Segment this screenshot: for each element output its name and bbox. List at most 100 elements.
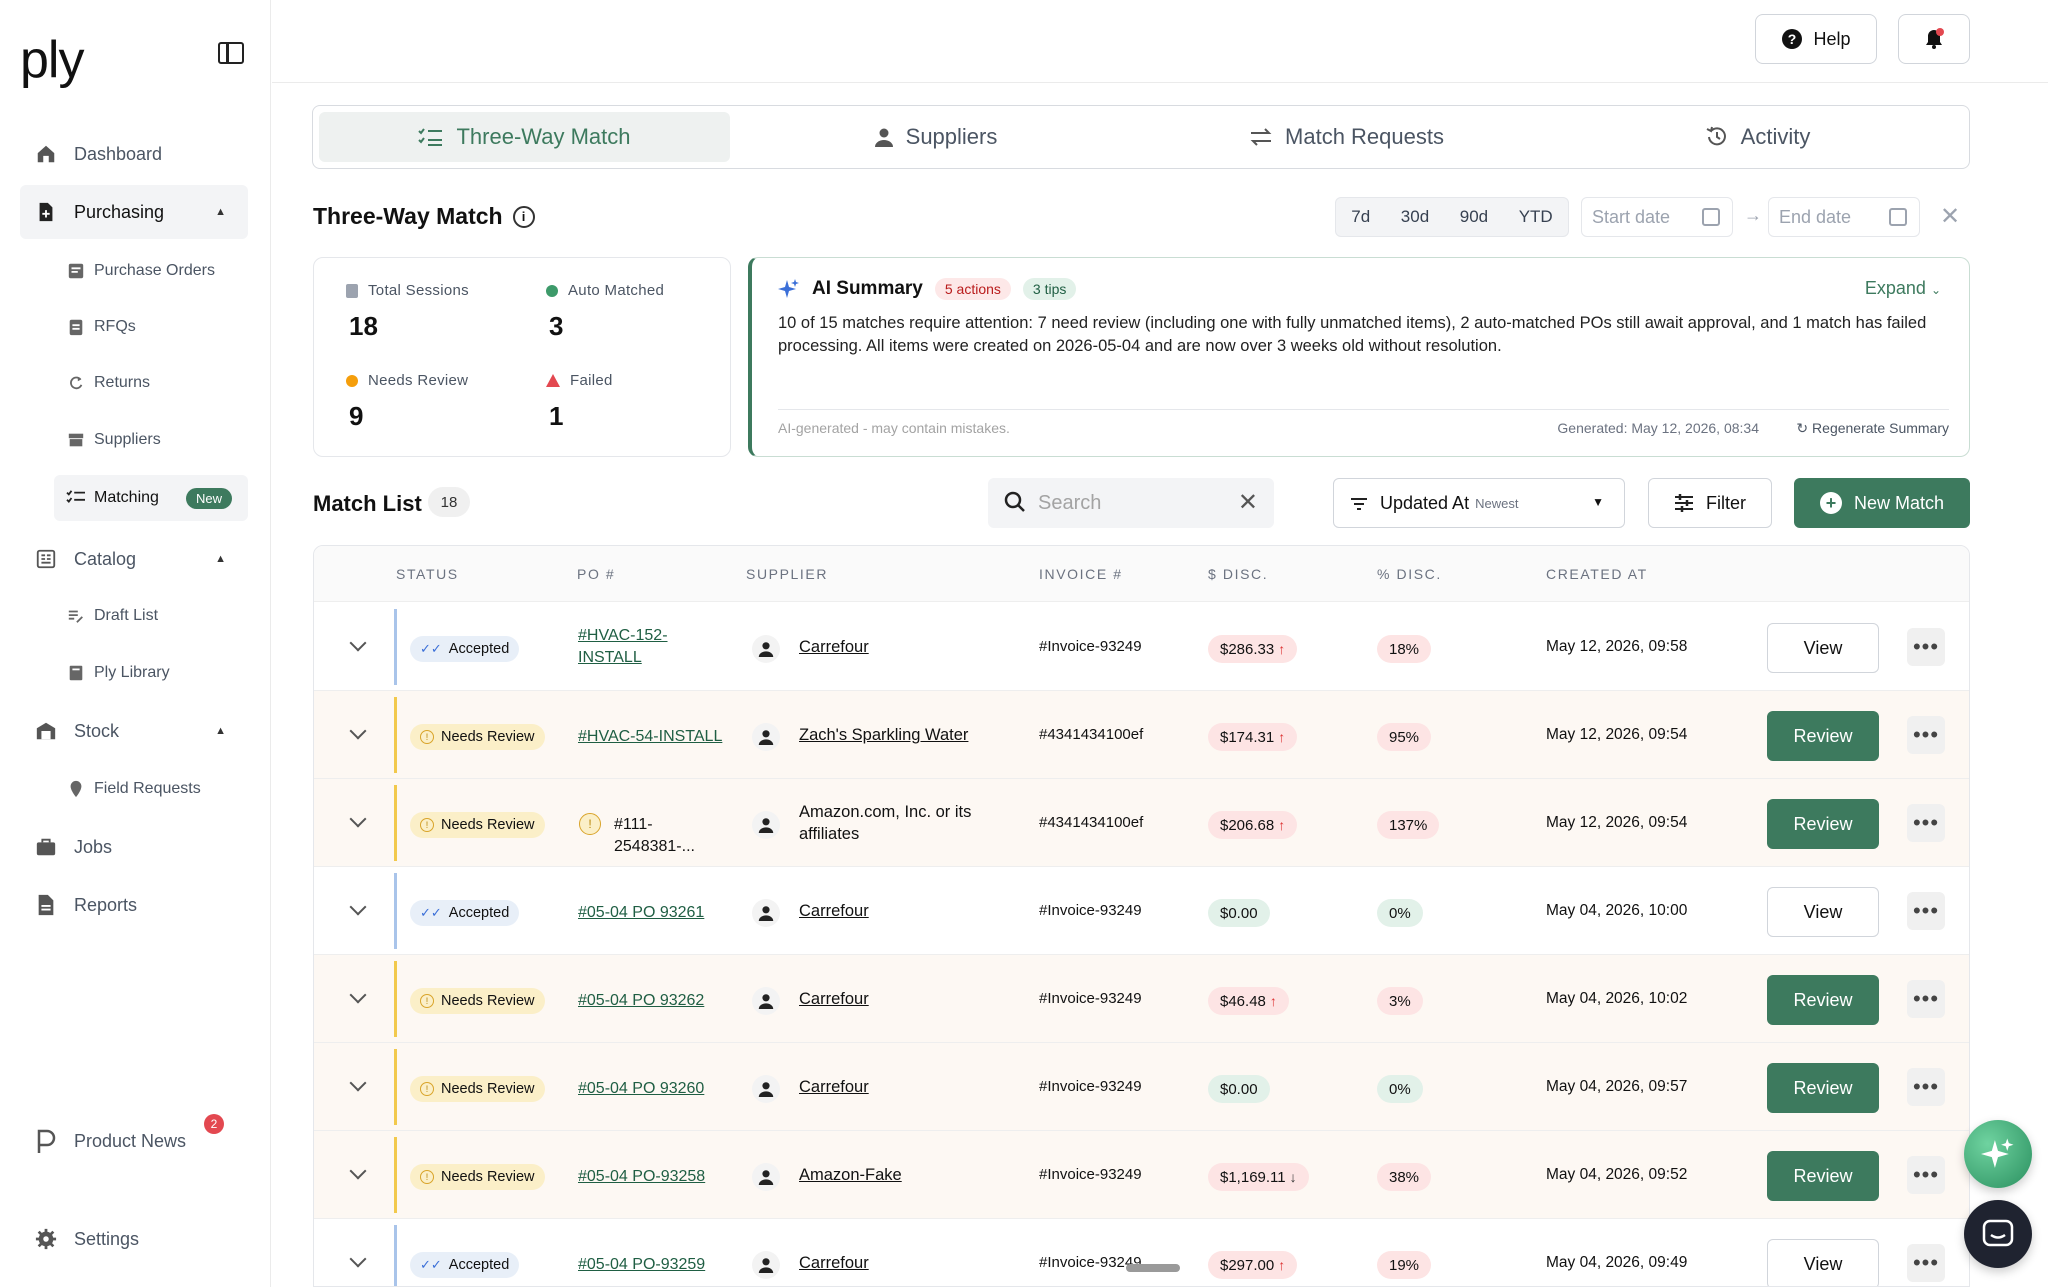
- review-button[interactable]: Review: [1767, 711, 1879, 761]
- more-actions-icon[interactable]: •••: [1907, 804, 1945, 842]
- info-icon[interactable]: i: [512, 205, 535, 228]
- column-header-disc-amount[interactable]: $ DISC.: [1208, 566, 1268, 582]
- column-header-disc-percent[interactable]: % DISC.: [1377, 566, 1442, 582]
- column-header-po[interactable]: PO #: [577, 566, 615, 582]
- sidebar-item-rfqs[interactable]: RFQs: [54, 304, 248, 350]
- tab-three-way-match[interactable]: Three-Way Match: [319, 112, 730, 162]
- range-30d[interactable]: 30d: [1401, 207, 1429, 227]
- disc-percent-badge: 137%: [1377, 811, 1440, 839]
- view-button[interactable]: View: [1767, 623, 1879, 673]
- ply-logo[interactable]: ply: [20, 30, 84, 90]
- po-link[interactable]: #HVAC-54-INSTALL: [578, 726, 722, 748]
- column-header-created-at[interactable]: CREATED AT: [1546, 566, 1648, 582]
- supplier-link[interactable]: Amazon-Fake: [799, 1164, 902, 1186]
- po-link[interactable]: #HVAC-152-INSTALL: [578, 625, 688, 669]
- po-link[interactable]: #05-04 PO 93260: [578, 1078, 704, 1100]
- review-button[interactable]: Review: [1767, 975, 1879, 1025]
- expand-row-chevron-icon[interactable]: [349, 810, 367, 828]
- more-actions-icon[interactable]: •••: [1907, 1156, 1945, 1194]
- view-button[interactable]: View: [1767, 887, 1879, 937]
- table-row[interactable]: ! Needs Review #05-04 PO 93260 Carrefour…: [314, 1043, 1969, 1131]
- sidebar-item-draft-list[interactable]: Draft List: [54, 593, 248, 639]
- view-button[interactable]: View: [1767, 1239, 1879, 1286]
- sidebar-item-dashboard[interactable]: Dashboard: [20, 127, 248, 181]
- table-row[interactable]: ! Needs Review #05-04 PO-93258 Amazon-Fa…: [314, 1131, 1969, 1219]
- sidebar-item-reports[interactable]: Reports: [20, 878, 248, 932]
- more-actions-icon[interactable]: •••: [1907, 892, 1945, 930]
- sort-dropdown[interactable]: Updated At Newest ▼: [1333, 478, 1625, 528]
- sidebar-item-returns[interactable]: Returns: [54, 360, 248, 406]
- sidebar-item-suppliers[interactable]: Suppliers: [54, 417, 248, 463]
- status-label: Needs Review: [441, 1081, 535, 1097]
- invoice-number: #4341434100ef: [1039, 814, 1144, 831]
- review-button[interactable]: Review: [1767, 1151, 1879, 1201]
- review-button[interactable]: Review: [1767, 1063, 1879, 1113]
- expand-row-chevron-icon[interactable]: [349, 986, 367, 1004]
- review-button[interactable]: Review: [1767, 799, 1879, 849]
- expand-row-chevron-icon[interactable]: [349, 1162, 367, 1180]
- range-7d[interactable]: 7d: [1351, 207, 1370, 227]
- supplier-link[interactable]: Carrefour: [799, 1252, 869, 1274]
- more-actions-icon[interactable]: •••: [1907, 628, 1945, 666]
- po-link[interactable]: #05-04 PO-93259: [578, 1254, 705, 1276]
- sidebar-collapse-icon[interactable]: [218, 42, 244, 64]
- supplier-link[interactable]: Carrefour: [799, 900, 869, 922]
- status-indicator-bar: [394, 961, 397, 1037]
- po-link[interactable]: #05-04 PO 93261: [578, 902, 704, 924]
- table-row[interactable]: ! Needs Review #HVAC-54-INSTALL Zach's S…: [314, 691, 1969, 779]
- table-row[interactable]: ✓✓ Accepted #HVAC-152-INSTALL Carrefour …: [314, 603, 1969, 691]
- expand-row-chevron-icon[interactable]: [349, 634, 367, 652]
- column-header-status[interactable]: STATUS: [396, 566, 459, 582]
- po-link[interactable]: #05-04 PO-93258: [578, 1166, 705, 1188]
- expand-row-chevron-icon[interactable]: [349, 1074, 367, 1092]
- sidebar-item-matching[interactable]: Matching New: [54, 475, 248, 521]
- sidebar-item-stock[interactable]: Stock ▲: [20, 704, 248, 758]
- sidebar-item-purchasing[interactable]: Purchasing ▲: [20, 185, 248, 239]
- ai-assistant-button[interactable]: [1964, 1120, 2032, 1188]
- more-actions-icon[interactable]: •••: [1907, 1068, 1945, 1106]
- end-date-input[interactable]: End date: [1768, 197, 1920, 237]
- expand-row-chevron-icon[interactable]: [349, 1250, 367, 1268]
- range-ytd[interactable]: YTD: [1519, 207, 1553, 227]
- expand-button[interactable]: Expand ⌄: [1865, 278, 1941, 299]
- generated-timestamp: Generated: May 12, 2026, 08:34: [1557, 420, 1759, 436]
- more-actions-icon[interactable]: •••: [1907, 716, 1945, 754]
- expand-row-chevron-icon[interactable]: [349, 898, 367, 916]
- horizontal-scrollbar[interactable]: [1126, 1264, 1180, 1272]
- start-date-input[interactable]: Start date: [1581, 197, 1733, 237]
- filter-button[interactable]: Filter: [1648, 478, 1772, 528]
- sidebar-item-settings[interactable]: Settings: [20, 1212, 248, 1266]
- supplier-link[interactable]: Zach's Sparkling Water: [799, 724, 968, 746]
- table-row[interactable]: ! Needs Review ! #111-2548381-... Amazon…: [314, 779, 1969, 867]
- tab-match-requests[interactable]: Match Requests: [1141, 112, 1552, 162]
- more-actions-icon[interactable]: •••: [1907, 980, 1945, 1018]
- column-header-supplier[interactable]: SUPPLIER: [746, 566, 828, 582]
- range-90d[interactable]: 90d: [1460, 207, 1488, 227]
- sidebar-item-purchase-orders[interactable]: Purchase Orders: [54, 248, 248, 294]
- clear-search-icon[interactable]: ✕: [1238, 488, 1258, 517]
- table-row[interactable]: ✓✓ Accepted #05-04 PO-93259 Carrefour #I…: [314, 1219, 1969, 1286]
- chat-support-button[interactable]: [1964, 1200, 2032, 1268]
- supplier-link[interactable]: Carrefour: [799, 1076, 869, 1098]
- expand-row-chevron-icon[interactable]: [349, 722, 367, 740]
- column-header-invoice[interactable]: INVOICE #: [1039, 566, 1123, 582]
- sidebar-item-catalog[interactable]: Catalog ▲: [20, 532, 248, 586]
- sidebar-item-field-requests[interactable]: Field Requests: [54, 766, 248, 812]
- tab-activity[interactable]: Activity: [1552, 112, 1963, 162]
- table-row[interactable]: ! Needs Review #05-04 PO 93262 Carrefour…: [314, 955, 1969, 1043]
- po-link[interactable]: #05-04 PO 93262: [578, 990, 704, 1012]
- sidebar-item-ply-library[interactable]: Ply Library: [54, 650, 248, 696]
- regenerate-summary-button[interactable]: ↻ Regenerate Summary: [1796, 420, 1949, 437]
- search-input[interactable]: Search ✕: [988, 478, 1274, 528]
- supplier-link[interactable]: Carrefour: [799, 636, 869, 658]
- sidebar-item-jobs[interactable]: Jobs: [20, 820, 248, 874]
- supplier-link[interactable]: Carrefour: [799, 988, 869, 1010]
- notifications-button[interactable]: [1898, 14, 1970, 64]
- clear-dates-icon[interactable]: ✕: [1940, 202, 1960, 231]
- help-button[interactable]: ? Help: [1755, 14, 1877, 64]
- new-match-button[interactable]: + New Match: [1794, 478, 1970, 528]
- table-row[interactable]: ✓✓ Accepted #05-04 PO 93261 Carrefour #I…: [314, 867, 1969, 955]
- sidebar-item-product-news[interactable]: Product News 2: [20, 1114, 248, 1168]
- tab-suppliers[interactable]: Suppliers: [730, 112, 1141, 162]
- more-actions-icon[interactable]: •••: [1907, 1244, 1945, 1282]
